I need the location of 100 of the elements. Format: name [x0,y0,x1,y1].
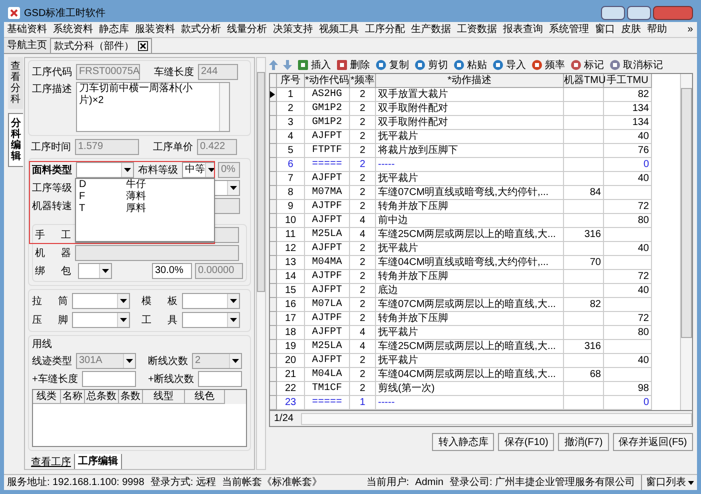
column-header[interactable]: 机器TMU [564,74,604,88]
menu-overflow[interactable]: » [683,22,697,37]
menu-item[interactable]: 决策支持 [270,22,316,37]
close-button[interactable] [653,6,693,20]
table-cell [564,200,604,214]
toolbar-button[interactable]: 删除 [336,58,370,72]
side-tab[interactable]: 查看分科 [8,57,23,109]
input-field[interactable]: 0.422 [197,139,237,155]
window-list-button[interactable]: 窗口列表 [641,475,694,490]
input-field[interactable]: 30.0% [152,263,192,279]
option-name: 牛仔 [126,180,146,190]
menu-item[interactable]: 视频工具 [316,22,362,37]
toolbar-button[interactable]: 复制 [375,58,409,72]
table-cell: 2 [350,200,376,214]
action-button[interactable]: 保存(F10) [498,433,554,451]
minimize-button[interactable] [601,6,625,20]
menu-item[interactable]: 基础资料 [4,22,50,37]
window-title: GSD标准工时软件 [24,6,106,20]
toolbar-button[interactable]: 粘贴 [453,58,487,72]
side-tab[interactable]: 分科编辑 [8,113,23,167]
toolbar-button[interactable]: 剪切 [414,58,448,72]
column-header[interactable]: *动作描述 [376,74,564,88]
table-cell: 134 [604,102,652,116]
action-button[interactable]: 保存并返回(F5) [612,433,693,451]
table-cell: AJFPT [305,172,350,186]
table-cell: 72 [604,270,652,284]
menu-item[interactable]: 工序分配 [362,22,408,37]
column-header[interactable]: 线型 [143,390,185,404]
toolbar-icon [531,59,543,71]
field-label: +断线次数 [148,372,194,386]
toolbar-button[interactable]: 频率 [531,58,565,72]
field-label: 车缝长度 [154,66,194,80]
menu-item[interactable]: 系统管理 [546,22,592,37]
action-button[interactable]: 撤消(F7) [558,433,609,451]
table-cell: 8 [277,186,305,200]
column-header[interactable]: 总条数 [85,390,119,404]
menu-item[interactable]: 服装资料 [132,22,178,37]
dropdown-option[interactable]: F 薄料 [76,191,214,203]
input-field[interactable]: 0% [218,162,240,178]
dropdown[interactable]: 中等 [182,162,214,178]
scrollbar[interactable] [680,74,692,410]
arrow-down-icon[interactable] [283,60,292,70]
column-header[interactable]: 手工TMU [604,74,652,88]
input-field[interactable] [198,371,242,387]
table-cell [564,326,604,340]
text-area[interactable]: 刀车切前中横一周落朴(小片)×2 [76,82,230,132]
document-tab[interactable]: 导航主页 [4,38,50,53]
menu-item[interactable]: 静态库 [96,22,132,37]
input-field[interactable]: 244 [198,64,238,80]
horizontal-scrollbar[interactable] [301,412,692,424]
toolbar-button[interactable]: 插入 [297,58,331,72]
menu-item[interactable]: 款式分析 [178,22,224,37]
table-cell: 11 [277,228,305,242]
document-tab[interactable]: 款式分科（部件） [50,38,152,53]
menu-item[interactable]: 窗口 [592,22,618,37]
arrow-up-icon[interactable] [269,60,278,70]
menu-item[interactable]: 生产数据 [408,22,454,37]
column-header[interactable]: 线类 [33,390,61,404]
table-cell: 剪线(第一次) [376,382,564,396]
table-cell: GM1P2 [305,116,350,130]
scrollbar[interactable] [256,57,266,470]
row-indicator[interactable] [270,88,277,102]
column-header[interactable]: 条数 [119,390,143,404]
dropdown-option[interactable]: D 牛仔 [76,179,214,191]
dropdown[interactable] [78,263,112,279]
table-cell: 抚平裁片 [376,242,564,256]
bottom-tab[interactable]: 工序编辑 [74,454,122,469]
action-button[interactable]: 转入静态库 [432,433,494,451]
dropdown-option[interactable]: T 厚料 [76,203,214,215]
table-cell [564,284,604,298]
table-cell: 抚平裁片 [376,354,564,368]
toolbar-button[interactable]: 取消标记 [609,58,663,72]
column-header[interactable]: 名称 [61,390,85,404]
input-field[interactable]: 1.579 [75,139,139,155]
input-field[interactable] [75,245,239,261]
bottom-tab[interactable]: 查看工序 [28,455,74,469]
field-label: 工序代码 [32,66,72,80]
input-field[interactable] [82,371,136,387]
menu-item[interactable]: 线量分析 [224,22,270,37]
menu-item[interactable]: 工资数据 [454,22,500,37]
caret-icon [117,294,129,308]
input-field[interactable]: 0.00000 [195,263,243,279]
dropdown[interactable]: 301A [76,353,136,369]
close-icon[interactable] [138,41,148,51]
table-cell: ===== [305,396,350,410]
maximize-button[interactable] [627,6,651,20]
toolbar-button[interactable]: 标记 [570,58,604,72]
toolbar-button[interactable]: 导入 [492,58,526,72]
table-cell [604,186,652,200]
menu-item[interactable]: 帮助 [644,22,670,37]
column-header[interactable]: *频率 [350,74,376,88]
dropdown[interactable]: 2 [192,353,242,369]
column-header[interactable]: *动作代码 [305,74,350,88]
menu-item[interactable]: 皮肤 [618,22,644,37]
table-cell [564,214,604,228]
menu-item[interactable]: 报表查询 [500,22,546,37]
menu-item[interactable]: 系统资料 [50,22,96,37]
column-header[interactable]: 序号 [277,74,305,88]
scrollbar[interactable] [219,83,229,131]
column-header[interactable]: 线色 [185,390,225,404]
